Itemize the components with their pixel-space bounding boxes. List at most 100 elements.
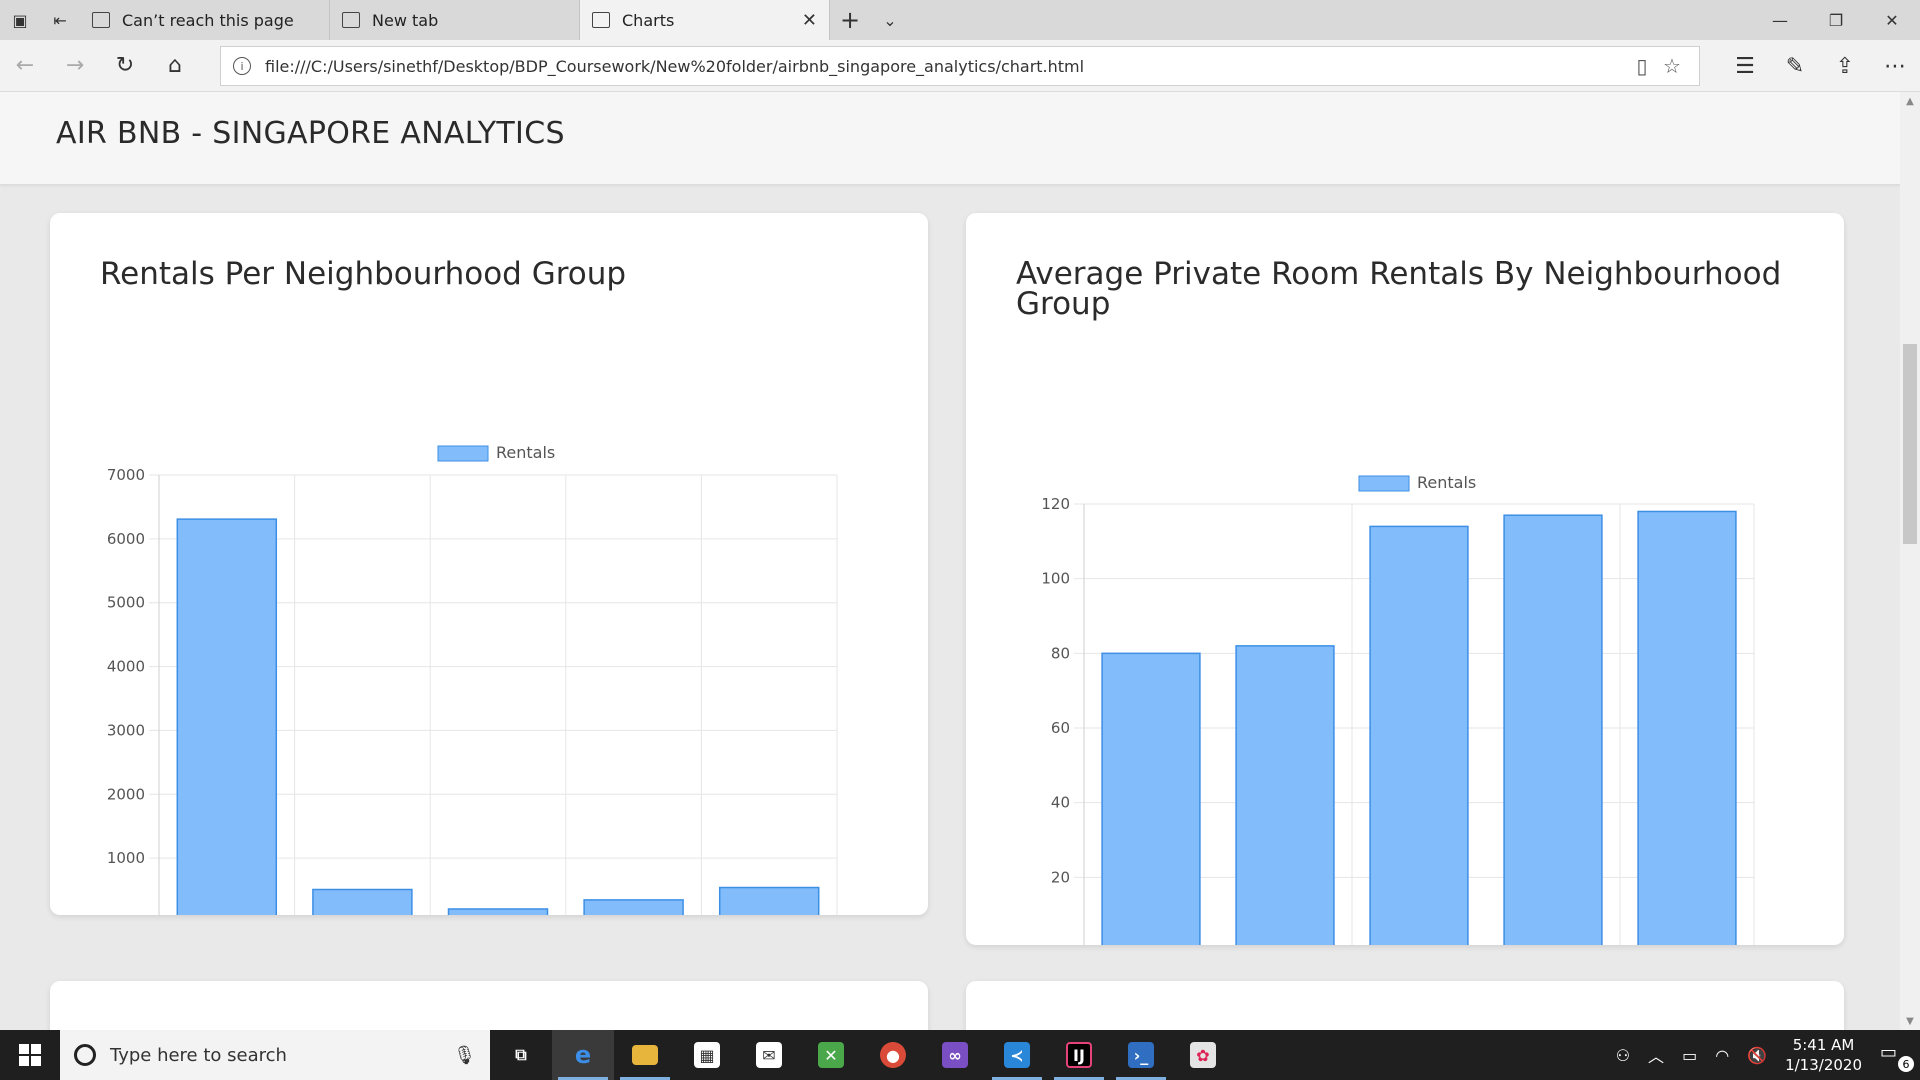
chrome-icon[interactable]: ●	[862, 1030, 924, 1080]
set-aside-tabs-icon[interactable]: ⇤	[40, 0, 80, 40]
scroll-thumb[interactable]	[1903, 344, 1917, 544]
legend-label: Rentals	[496, 443, 555, 462]
wifi-icon[interactable]: ◠	[1715, 1046, 1729, 1065]
chart-card-3	[50, 981, 928, 1030]
url-text: file:///C:/Users/sinethf/Desktop/BDP_Cou…	[265, 56, 1085, 76]
y-tick-label: 7000	[107, 466, 145, 484]
bar-north-region	[1235, 645, 1335, 945]
legend-swatch	[1358, 475, 1410, 492]
windows-logo-icon	[19, 1044, 41, 1066]
vs-code-icon[interactable]: ≺	[986, 1030, 1048, 1080]
bar-east-region	[1503, 514, 1603, 945]
start-button[interactable]	[0, 1030, 60, 1080]
favorite-star-icon[interactable]: ☆	[1657, 54, 1687, 78]
tab-charts[interactable]: Charts ✕	[580, 0, 830, 40]
tab-list-chevron-icon[interactable]: ⌄	[870, 0, 910, 40]
page-header: AIR BNB - SINGAPORE ANALYTICS	[0, 92, 1900, 185]
visual-studio-icon[interactable]: ∞	[924, 1030, 986, 1080]
page-icon	[92, 12, 110, 28]
page-scrollbar[interactable]: ▲ ▼	[1900, 92, 1920, 1030]
people-icon[interactable]: ⚇	[1616, 1046, 1630, 1065]
page-title: AIR BNB - SINGAPORE ANALYTICS	[56, 116, 565, 151]
close-window-icon[interactable]: ✕	[1864, 0, 1920, 40]
bar-north-region	[447, 908, 549, 915]
window-controls: — ❐ ✕	[1752, 0, 1920, 40]
store-icon[interactable]: ▦	[676, 1030, 738, 1080]
bar-central-region	[176, 518, 278, 915]
y-tick-label: 5000	[107, 594, 145, 612]
mail-icon[interactable]: ✉	[738, 1030, 800, 1080]
chart-legend: Rentals	[437, 443, 555, 462]
y-tick-label: 1000	[107, 849, 145, 867]
paint-icon[interactable]: ✿	[1172, 1030, 1234, 1080]
y-tick-label: 60	[1051, 719, 1070, 737]
intellij-icon[interactable]: IJ	[1048, 1030, 1110, 1080]
code-tool-icon[interactable]: ✕	[800, 1030, 862, 1080]
web-notes-icon[interactable]: ✎	[1770, 40, 1820, 92]
chart-svg: Rentals01000200030004000500060007000Cent…	[107, 443, 838, 915]
notification-count: 6	[1898, 1056, 1914, 1072]
edge-icon[interactable]: e	[552, 1030, 614, 1080]
legend-label: Rentals	[1417, 473, 1476, 492]
y-tick-label: 0	[135, 913, 145, 915]
file-explorer-icon[interactable]	[614, 1030, 676, 1080]
more-menu-icon[interactable]: ⋯	[1870, 40, 1920, 92]
page-icon	[592, 12, 610, 28]
bar-west-region	[718, 886, 820, 915]
y-tick-label: 4000	[107, 658, 145, 676]
clock-date: 1/13/2020	[1785, 1056, 1862, 1074]
restore-icon[interactable]: ❐	[1808, 0, 1864, 40]
action-center-icon[interactable]: ▭ 6	[1880, 1042, 1914, 1072]
new-tab-button[interactable]: +	[830, 0, 870, 40]
new-tab-page-icon	[342, 12, 360, 28]
bar-central-region	[1369, 525, 1469, 945]
show-hidden-icons-chevron-icon[interactable]: ︿	[1648, 1043, 1664, 1067]
close-tab-icon[interactable]: ✕	[802, 10, 817, 31]
bar-north-east-region	[583, 899, 684, 915]
bar-north-east-region	[1101, 652, 1201, 945]
bar-east-region	[312, 888, 413, 915]
windows-taskbar: Type here to search 🎙 ⧉ e ▦ ✉ ✕ ● ∞ ≺ IJ…	[0, 1030, 1920, 1080]
y-tick-label: 6000	[107, 530, 145, 548]
taskbar-search[interactable]: Type here to search 🎙	[60, 1030, 490, 1080]
share-icon[interactable]: ⇪	[1820, 40, 1870, 92]
scroll-up-icon[interactable]: ▲	[1900, 92, 1920, 110]
clock[interactable]: 5:41 AM 1/13/2020	[1785, 1035, 1862, 1075]
bar-west-region	[1637, 510, 1737, 945]
y-tick-label: 20	[1051, 868, 1070, 886]
chart-card-rentals: Rentals Per Neighbourhood Group Rentals0…	[50, 213, 928, 915]
y-tick-label: 80	[1051, 644, 1070, 662]
y-tick-label: 40	[1051, 794, 1070, 812]
microphone-icon[interactable]: 🎙	[453, 1045, 476, 1066]
back-icon[interactable]: ←	[0, 40, 50, 92]
refresh-icon[interactable]: ↻	[100, 40, 150, 92]
home-icon[interactable]: ⌂	[150, 40, 200, 92]
browser-toolbar: ← → ↻ ⌂ i file:///C:/Users/sinethf/Deskt…	[0, 40, 1920, 92]
legend-swatch	[437, 445, 489, 462]
y-tick-label: 100	[1041, 570, 1070, 588]
tab-new-tab[interactable]: New tab	[330, 0, 580, 40]
volume-muted-icon[interactable]: 🔇	[1747, 1046, 1767, 1065]
browser-tab-strip: ▣ ⇤ Can’t reach this page New tab Charts…	[0, 0, 1920, 40]
tab-cant-reach[interactable]: Can’t reach this page	[80, 0, 330, 40]
battery-icon[interactable]: ▭	[1682, 1046, 1697, 1065]
address-bar[interactable]: i file:///C:/Users/sinethf/Desktop/BDP_C…	[220, 46, 1700, 86]
forward-icon[interactable]: →	[50, 40, 100, 92]
cortana-icon	[74, 1044, 96, 1066]
clock-time: 5:41 AM	[1792, 1036, 1855, 1054]
tab-label: Charts	[622, 10, 675, 30]
tab-actions-icon[interactable]: ▣	[0, 0, 40, 40]
y-tick-label: 120	[1041, 495, 1070, 513]
system-tray: ⚇ ︿ ▭ ◠ 🔇 5:41 AM 1/13/2020 ▭ 6	[1616, 1030, 1920, 1080]
powershell-icon[interactable]: ›_	[1110, 1030, 1172, 1080]
chart-card-private-room: Average Private Room Rentals By Neighbou…	[966, 213, 1844, 945]
site-info-icon[interactable]: i	[233, 57, 251, 75]
chart-legend: Rentals	[1358, 473, 1476, 492]
tab-label: Can’t reach this page	[122, 10, 294, 30]
scroll-down-icon[interactable]: ▼	[1900, 1012, 1920, 1030]
task-view-icon[interactable]: ⧉	[490, 1030, 552, 1080]
favorites-icon[interactable]: ☰	[1720, 40, 1770, 92]
reading-view-icon[interactable]: ▯	[1627, 54, 1657, 78]
minimize-icon[interactable]: —	[1752, 0, 1808, 40]
y-tick-label: 2000	[107, 785, 145, 803]
